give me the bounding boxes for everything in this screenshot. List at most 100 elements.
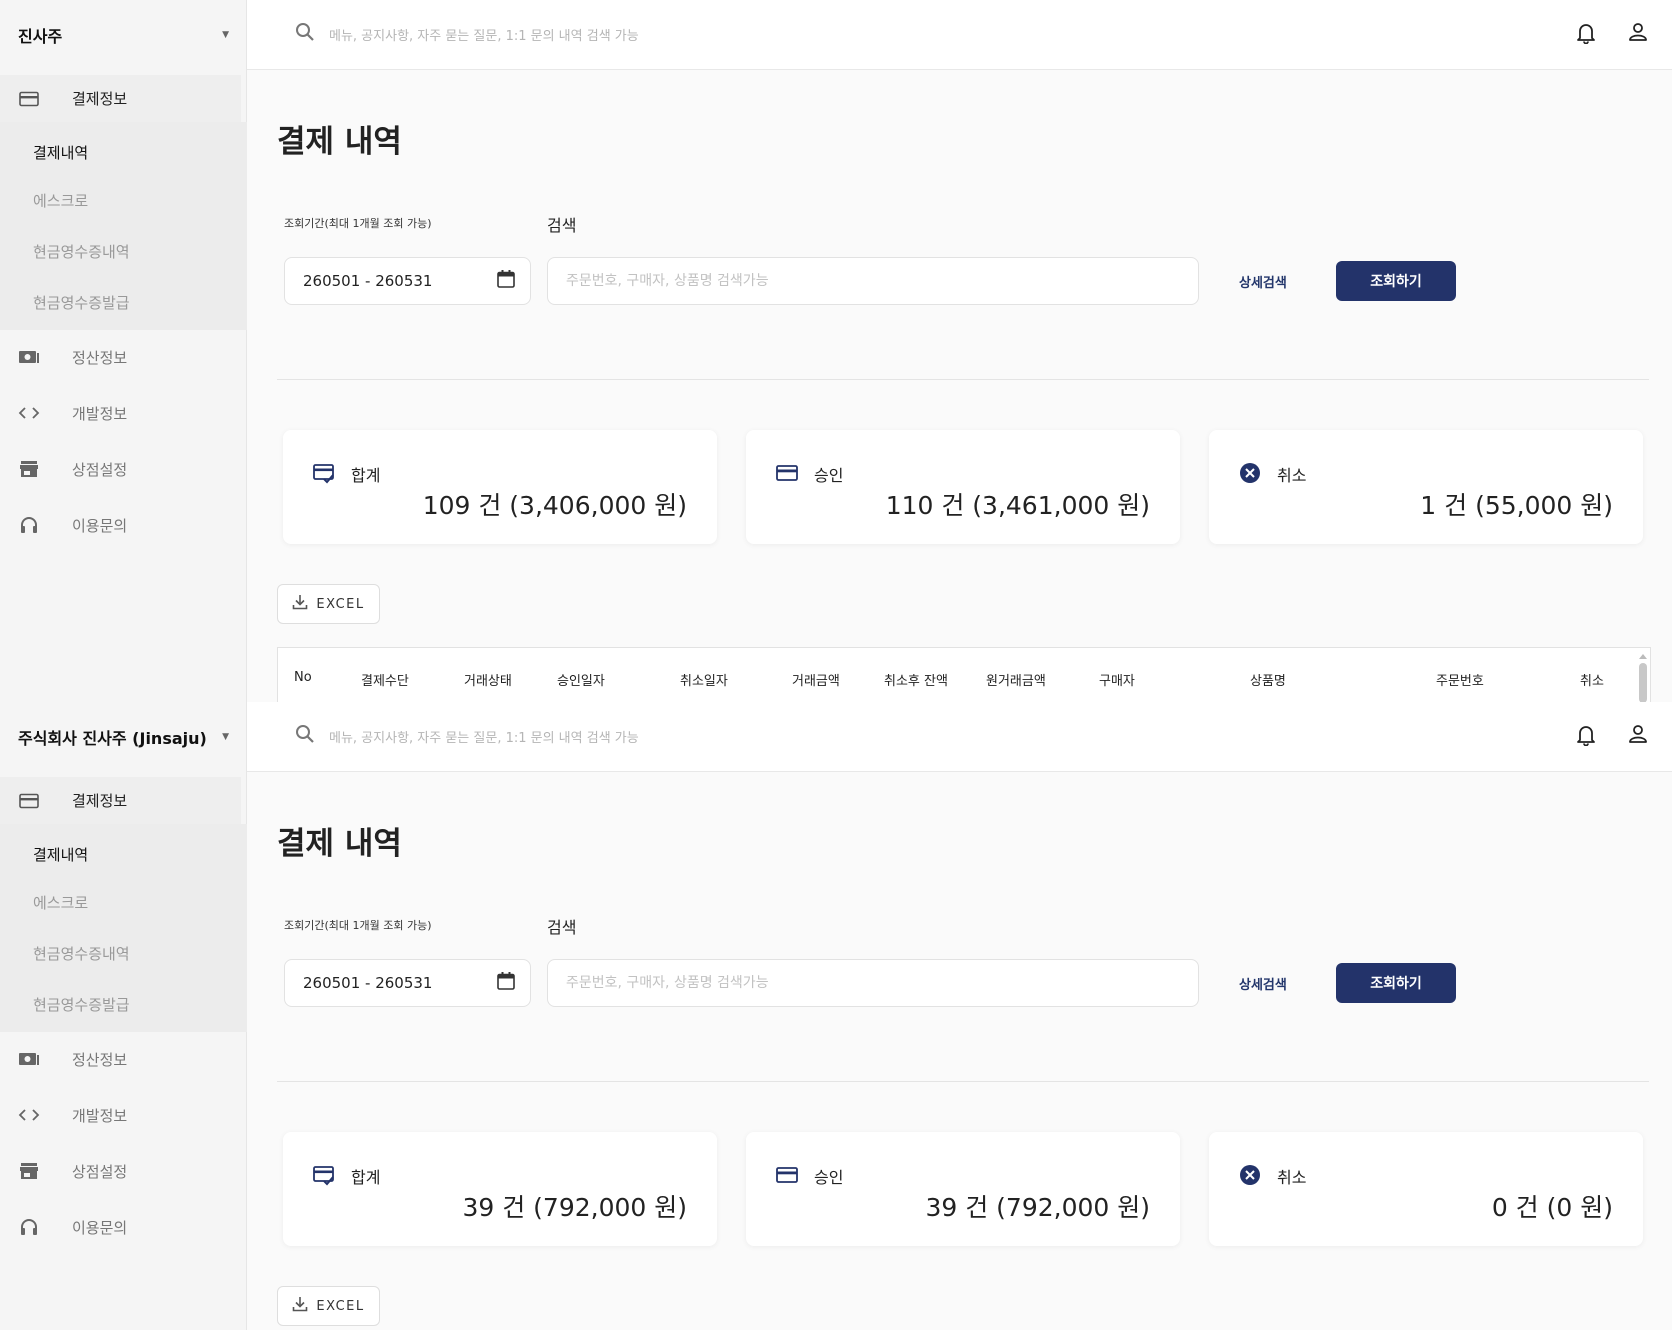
summary-cancelled-value: 1 건 (55,000 원) — [1420, 491, 1613, 520]
screen-2: 주식회사 진사주 (Jinsaju) ▼ 결제정보 결제내역 에스크로 현금영수… — [0, 702, 1672, 1330]
nav-store-settings[interactable]: 상점설정 — [0, 1148, 241, 1194]
cancel-circle-icon — [1239, 1164, 1261, 1186]
download-icon — [292, 1296, 308, 1316]
company-selector[interactable]: 주식회사 진사주 (Jinsaju) ▼ — [18, 724, 233, 750]
summary-card-approved: 승인 110 건 (3,461,000 원) — [746, 430, 1180, 544]
top-bar: 메뉴, 공지사항, 자주 묻는 질문, 1:1 문의 내역 검색 가능 — [247, 702, 1672, 772]
nav-settlement-info-label: 정산정보 — [72, 348, 128, 367]
credit-card-icon — [776, 462, 798, 484]
date-range-picker[interactable]: 260501 - 260531 — [284, 257, 531, 305]
query-button[interactable]: 조회하기 — [1336, 963, 1456, 1003]
detail-search-link[interactable]: 상세검색 — [1239, 272, 1287, 291]
nav-settlement-info[interactable]: 정산정보 — [0, 334, 241, 380]
col-amount[interactable]: 거래금액 — [792, 670, 840, 689]
col-original-amount[interactable]: 원거래금액 — [986, 670, 1046, 689]
excel-button[interactable]: EXCEL — [277, 584, 380, 624]
headset-icon — [18, 1216, 40, 1238]
summary-total-title: 합계 — [351, 466, 381, 485]
date-range-picker[interactable]: 260501 - 260531 — [284, 959, 531, 1007]
submenu-payment-history[interactable]: 결제내역 — [33, 844, 88, 865]
query-button[interactable]: 조회하기 — [1336, 261, 1456, 301]
user-icon[interactable] — [1628, 22, 1648, 46]
nav-payment-info[interactable]: 결제정보 — [0, 75, 241, 122]
summary-approved-title: 승인 — [814, 466, 844, 485]
calendar-icon[interactable] — [496, 269, 516, 293]
submenu-cash-receipt-issue[interactable]: 현금영수증발급 — [33, 994, 130, 1015]
submenu-payment-history[interactable]: 결제내역 — [33, 142, 88, 163]
divider — [277, 379, 1649, 380]
submenu-escrow[interactable]: 에스크로 — [33, 190, 88, 211]
nav-inquiry[interactable]: 이용문의 — [0, 1204, 241, 1250]
col-status[interactable]: 거래상태 — [464, 670, 512, 689]
col-payment-method[interactable]: 결제수단 — [361, 670, 409, 689]
nav-dev-info-label: 개발정보 — [72, 404, 128, 423]
headset-icon — [18, 514, 40, 536]
submenu-cash-receipt-issue[interactable]: 현금영수증발급 — [33, 292, 130, 313]
search-label: 검색 — [547, 918, 577, 937]
credit-card-icon — [776, 1164, 798, 1186]
nav-dev-info-label: 개발정보 — [72, 1106, 128, 1125]
order-search-input[interactable] — [547, 257, 1199, 305]
detail-search-link[interactable]: 상세검색 — [1239, 974, 1287, 993]
global-search[interactable]: 메뉴, 공지사항, 자주 묻는 질문, 1:1 문의 내역 검색 가능 — [295, 22, 639, 46]
global-search-placeholder: 메뉴, 공지사항, 자주 묻는 질문, 1:1 문의 내역 검색 가능 — [329, 730, 639, 746]
nav-inquiry[interactable]: 이용문의 — [0, 502, 241, 548]
order-search-input[interactable] — [547, 959, 1199, 1007]
date-range-value: 260501 - 260531 — [303, 272, 433, 290]
nav-dev-info[interactable]: 개발정보 — [0, 1092, 241, 1138]
summary-approved-value: 110 건 (3,461,000 원) — [885, 491, 1150, 520]
summary-card-approved: 승인 39 건 (792,000 원) — [746, 1132, 1180, 1246]
nav-inquiry-label: 이용문의 — [72, 1218, 128, 1237]
col-no[interactable]: No — [294, 670, 312, 685]
nav-payment-info[interactable]: 결제정보 — [0, 777, 241, 824]
nav-dev-info[interactable]: 개발정보 — [0, 390, 241, 436]
col-product[interactable]: 상품명 — [1250, 670, 1286, 689]
search-icon — [295, 724, 315, 748]
summary-approved-title: 승인 — [814, 1168, 844, 1187]
payment-submenu: 결제내역 에스크로 현금영수증내역 현금영수증발급 — [0, 122, 247, 330]
search-icon — [295, 22, 315, 46]
summary-total-title: 합계 — [351, 1168, 381, 1187]
table-header: No 결제수단 거래상태 승인일자 취소일자 거래금액 취소후 잔액 원거래금액… — [277, 647, 1651, 702]
nav-payment-info-label: 결제정보 — [72, 792, 128, 810]
excel-label: EXCEL — [316, 1298, 365, 1314]
global-search-placeholder: 메뉴, 공지사항, 자주 묻는 질문, 1:1 문의 내역 검색 가능 — [329, 28, 639, 44]
search-label: 검색 — [547, 216, 577, 235]
divider — [277, 1081, 1649, 1082]
submenu-escrow[interactable]: 에스크로 — [33, 892, 88, 913]
sidebar: 주식회사 진사주 (Jinsaju) ▼ 결제정보 결제내역 에스크로 현금영수… — [0, 702, 247, 1330]
money-icon — [18, 346, 40, 368]
col-cancel-date[interactable]: 취소일자 — [680, 670, 728, 689]
company-selector[interactable]: 진사주 ▼ — [18, 22, 233, 48]
submenu-cash-receipt-history[interactable]: 현금영수증내역 — [33, 241, 130, 262]
period-label: 조회기간(최대 1개월 조회 가능) — [284, 919, 432, 932]
top-bar: 메뉴, 공지사항, 자주 묻는 질문, 1:1 문의 내역 검색 가능 — [247, 0, 1672, 70]
excel-button[interactable]: EXCEL — [277, 1286, 380, 1326]
submenu-cash-receipt-history[interactable]: 현금영수증내역 — [33, 943, 130, 964]
user-icon[interactable] — [1628, 724, 1648, 748]
payment-submenu: 결제내역 에스크로 현금영수증내역 현금영수증발급 — [0, 824, 247, 1032]
chevron-down-icon: ▼ — [222, 732, 229, 742]
col-order-no[interactable]: 주문번호 — [1436, 670, 1484, 689]
nav-store-settings-label: 상점설정 — [72, 1162, 128, 1181]
col-cancel[interactable]: 취소 — [1580, 670, 1604, 689]
nav-settlement-info[interactable]: 정산정보 — [0, 1036, 241, 1082]
bell-icon[interactable] — [1576, 724, 1596, 750]
nav-store-settings[interactable]: 상점설정 — [0, 446, 241, 492]
screen-1: 진사주 ▼ 결제정보 결제내역 에스크로 현금영수증내역 현금영수증발급 정산정… — [0, 0, 1672, 702]
global-search[interactable]: 메뉴, 공지사항, 자주 묻는 질문, 1:1 문의 내역 검색 가능 — [295, 724, 639, 748]
col-buyer[interactable]: 구매자 — [1099, 670, 1135, 689]
calendar-icon[interactable] — [496, 971, 516, 995]
summary-cancelled-title: 취소 — [1277, 466, 1307, 485]
download-icon — [292, 594, 308, 614]
money-icon — [18, 1048, 40, 1070]
credit-card-icon — [18, 790, 40, 812]
col-balance-after-cancel[interactable]: 취소후 잔액 — [884, 670, 948, 689]
col-approval-date[interactable]: 승인일자 — [557, 670, 605, 689]
summary-total-value: 109 건 (3,406,000 원) — [422, 491, 687, 520]
bell-icon[interactable] — [1576, 22, 1596, 48]
summary-card-cancelled: 취소 0 건 (0 원) — [1209, 1132, 1643, 1246]
summary-card-total: 합계 39 건 (792,000 원) — [283, 1132, 717, 1246]
summary-approved-value: 39 건 (792,000 원) — [925, 1193, 1150, 1222]
table-scrollbar[interactable] — [1638, 650, 1648, 702]
